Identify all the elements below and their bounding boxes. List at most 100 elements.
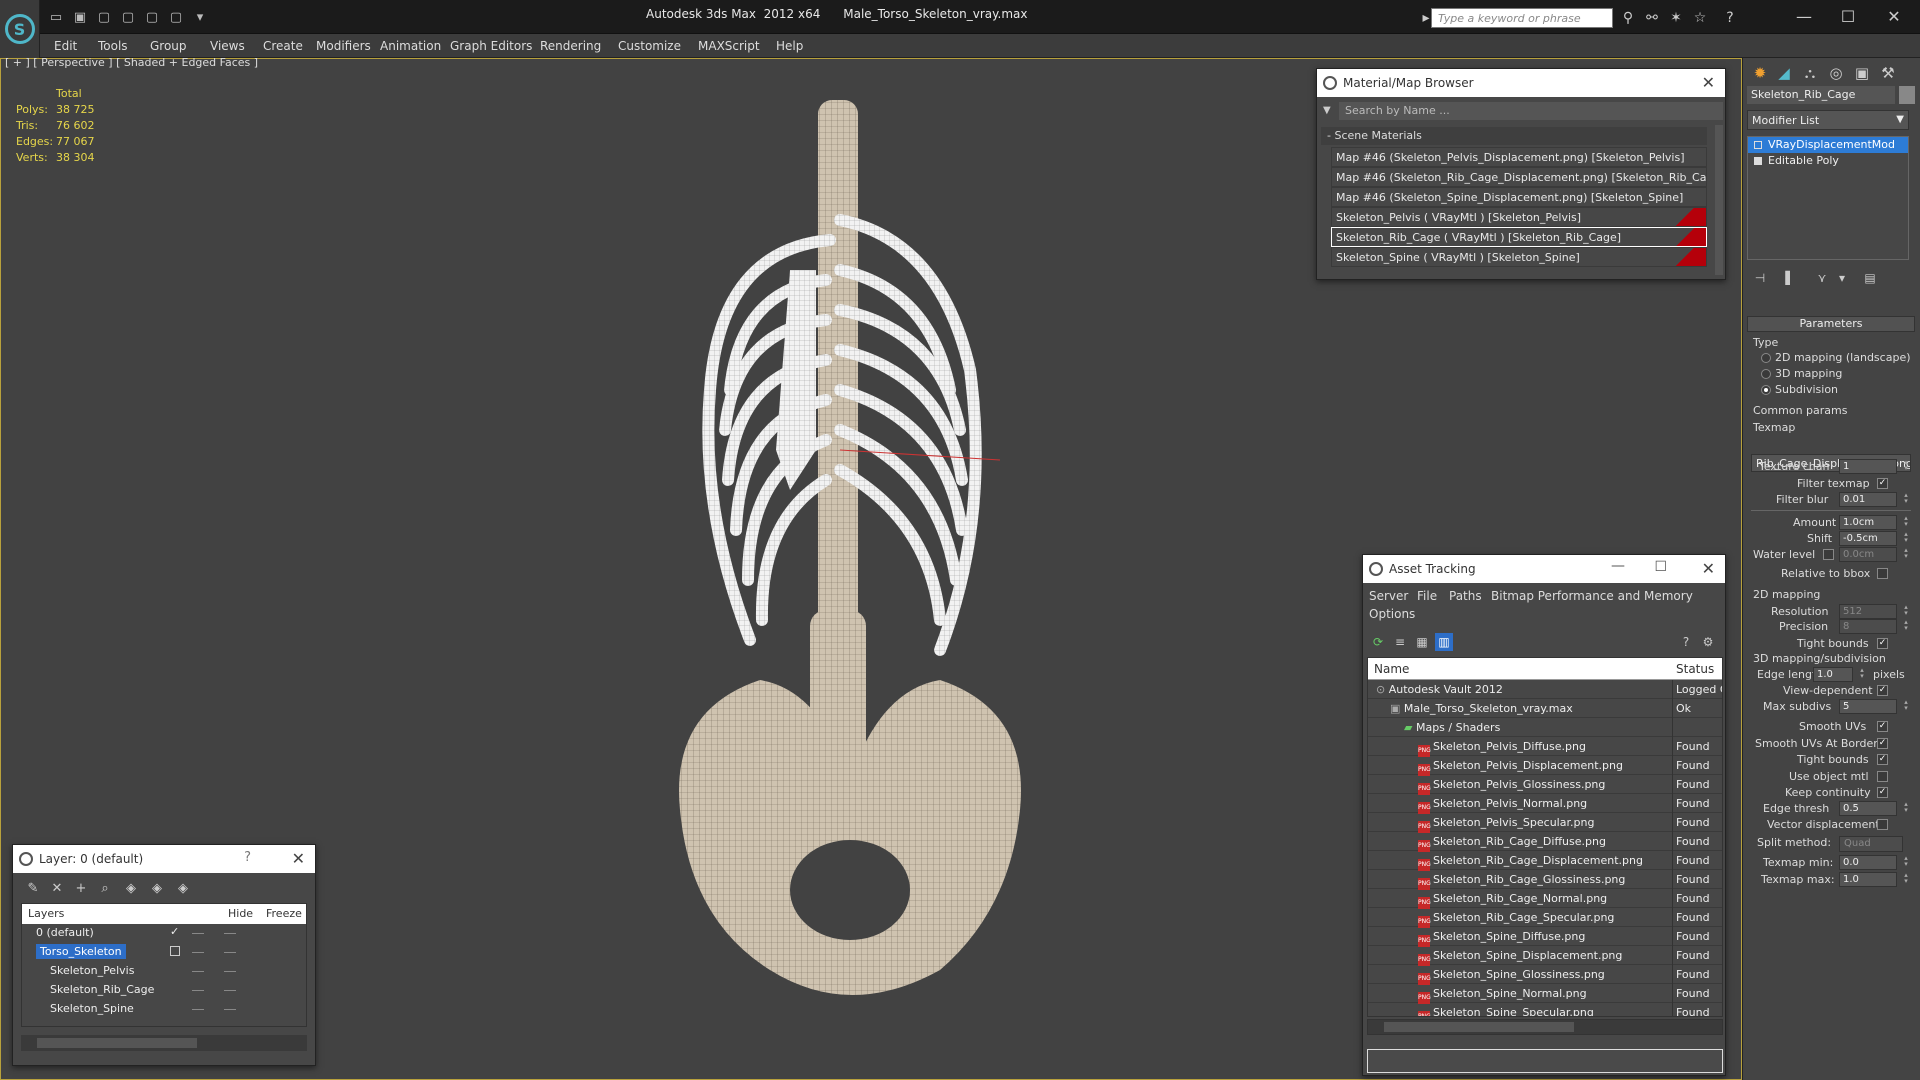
refresh-icon[interactable]: ⟳ <box>1369 633 1387 651</box>
table-view-icon[interactable]: ▥ <box>1435 633 1453 651</box>
asset-tracking-titlebar[interactable]: Asset Tracking — ☐ ✕ <box>1363 555 1725 583</box>
vector-displacement-checkbox[interactable] <box>1877 819 1888 830</box>
list-view-icon[interactable]: ≡ <box>1391 633 1409 651</box>
menu-create[interactable]: Create <box>263 39 303 53</box>
smooth-uvs-borders-checkbox[interactable]: ✓ <box>1877 738 1888 749</box>
add-to-layer-icon[interactable]: + <box>71 879 91 897</box>
asset-row[interactable]: PNG Skeleton_Pelvis_Displacement.png Found <box>1368 756 1722 776</box>
menu-group[interactable]: Group <box>150 39 187 53</box>
workspace-icon[interactable]: ▢ <box>166 8 186 26</box>
tight-bounds-3d-checkbox[interactable]: ✓ <box>1877 754 1888 765</box>
stack-item-editable-poly[interactable]: Editable Poly <box>1748 153 1908 169</box>
parameters-rollout-header[interactable]: Parameters <box>1747 316 1915 332</box>
thumbnail-view-icon[interactable]: ▦ <box>1413 633 1431 651</box>
pin-stack-icon[interactable]: ⊣ <box>1751 270 1769 286</box>
menu-rendering[interactable]: Rendering <box>540 39 601 53</box>
remove-modifier-icon[interactable]: ▾ <box>1833 270 1851 286</box>
radio-3d-mapping[interactable] <box>1761 369 1771 379</box>
keyword-search-input[interactable]: Type a keyword or phrase <box>1431 8 1613 28</box>
app-logo-button[interactable]: S <box>0 0 40 58</box>
freeze-toggle[interactable] <box>224 1009 236 1010</box>
radio-subdivision[interactable] <box>1761 385 1771 395</box>
filter-texmap-checkbox[interactable]: ✓ <box>1877 478 1888 489</box>
maximize-window-button[interactable]: ☐ <box>1830 4 1866 28</box>
material-item[interactable]: Map #46 (Skeleton_Pelvis_Displacement.pn… <box>1331 147 1707 167</box>
asset-horizontal-scrollbar[interactable] <box>1367 1019 1723 1035</box>
motion-tab-icon[interactable]: ◎ <box>1825 62 1847 84</box>
highlight-layer-icon[interactable]: ◈ <box>121 879 141 897</box>
column-name[interactable]: Name <box>1374 662 1409 676</box>
configure-sets-icon[interactable]: ▤ <box>1861 270 1879 286</box>
close-icon[interactable]: ✕ <box>1702 559 1715 578</box>
radio-2d-mapping[interactable] <box>1761 353 1771 363</box>
freeze-toggle[interactable] <box>224 971 236 972</box>
viewport-label[interactable]: [ + ] [ Perspective ] [ Shaded + Edged F… <box>5 56 258 69</box>
layer-row[interactable]: Skeleton_Rib_Cage <box>22 981 306 1000</box>
menu-modifiers[interactable]: Modifiers <box>316 39 371 53</box>
hide-toggle[interactable] <box>192 1009 204 1010</box>
menu-tools[interactable]: Tools <box>98 39 128 53</box>
asset-row[interactable]: PNG Skeleton_Spine_Specular.png Found <box>1368 1003 1722 1016</box>
menu-animation[interactable]: Animation <box>380 39 441 53</box>
keep-continuity-checkbox[interactable]: ✓ <box>1877 787 1888 798</box>
asset-row[interactable]: PNG Skeleton_Spine_Displacement.png Found <box>1368 946 1722 966</box>
column-freeze[interactable]: Freeze <box>266 907 302 920</box>
material-item[interactable]: Skeleton_Pelvis ( VRayMtl ) [Skeleton_Pe… <box>1331 207 1707 227</box>
menu-maxscript[interactable]: MAXScript <box>698 39 760 53</box>
maximize-icon[interactable]: ☐ <box>1654 559 1667 575</box>
project-folder-icon[interactable]: ▢ <box>142 8 162 26</box>
texture-chan-spinner[interactable]: 1 <box>1839 458 1910 474</box>
column-hide[interactable]: Hide <box>228 907 253 920</box>
hide-toggle[interactable] <box>192 933 204 934</box>
asset-menu-paths[interactable]: Paths <box>1449 589 1482 603</box>
material-browser-titlebar[interactable]: Material/Map Browser ✕ <box>1317 69 1725 97</box>
smooth-uvs-checkbox[interactable]: ✓ <box>1877 721 1888 732</box>
select-objects-icon[interactable]: ⌕ <box>95 879 115 897</box>
asset-row[interactable]: PNG Skeleton_Spine_Normal.png Found <box>1368 984 1722 1004</box>
minimize-icon[interactable]: — <box>1611 558 1625 574</box>
help-icon[interactable]: ? <box>1677 633 1695 651</box>
column-layers[interactable]: Layers <box>28 907 64 920</box>
hierarchy-tab-icon[interactable]: ⛬ <box>1799 62 1821 84</box>
asset-row[interactable]: PNG Skeleton_Spine_Glossiness.png Found <box>1368 965 1722 985</box>
filter-blur-spinner[interactable]: 0.01 <box>1839 491 1910 507</box>
water-level-spinner[interactable]: 0.0cm <box>1839 546 1910 562</box>
tight-bounds-2d-checkbox[interactable]: ✓ <box>1877 638 1888 649</box>
layer-manager-titlebar[interactable]: Layer: 0 (default) ? ✕ <box>13 845 315 873</box>
precision-spinner[interactable]: 8 <box>1839 618 1910 634</box>
save-file-icon[interactable]: ▣ <box>70 8 90 26</box>
object-color-swatch[interactable] <box>1899 86 1915 104</box>
help-button[interactable]: ? <box>244 850 251 865</box>
asset-row[interactable]: PNG Skeleton_Pelvis_Diffuse.png Found <box>1368 737 1722 757</box>
freeze-toggle[interactable] <box>224 990 236 991</box>
freeze-toggle[interactable] <box>224 933 236 934</box>
help-icon[interactable]: ? <box>1720 8 1740 28</box>
max-subdivs-spinner[interactable]: 5 <box>1839 698 1910 714</box>
modify-tab-icon[interactable]: ◢ <box>1773 62 1795 84</box>
minimize-window-button[interactable]: — <box>1786 4 1822 28</box>
redo-icon[interactable]: ▢ <box>118 8 138 26</box>
asset-row[interactable]: PNG Skeleton_Spine_Diffuse.png Found <box>1368 927 1722 947</box>
asset-row[interactable]: PNG Skeleton_Rib_Cage_Displacement.png Fou… <box>1368 851 1722 871</box>
communication-icon[interactable]: ✶ <box>1666 8 1686 28</box>
layer-horizontal-scrollbar[interactable] <box>21 1035 307 1051</box>
asset-row[interactable]: ▰ Maps / Shaders <box>1368 718 1722 737</box>
material-search-input[interactable]: Search by Name ... <box>1339 102 1723 120</box>
current-layer-check-icon[interactable]: ✓ <box>170 925 179 938</box>
asset-row[interactable]: PNG Skeleton_Rib_Cage_Normal.png Found <box>1368 889 1722 909</box>
skeleton-model[interactable] <box>640 90 1060 1020</box>
scroll-thumb[interactable] <box>37 1038 197 1048</box>
relative-to-bbox-checkbox[interactable] <box>1877 568 1888 579</box>
expand-icon[interactable] <box>1754 157 1762 165</box>
shift-spinner[interactable]: -0.5cm <box>1839 530 1910 546</box>
asset-row[interactable]: PNG Skeleton_Rib_Cage_Diffuse.png Found <box>1368 832 1722 852</box>
settings-icon[interactable]: ⚙ <box>1699 633 1717 651</box>
edge-length-spinner[interactable]: 1.0 <box>1813 666 1866 682</box>
quick-access-dropdown-icon[interactable]: ▾ <box>190 8 210 26</box>
delete-layer-icon[interactable]: ✕ <box>47 879 67 897</box>
menu-help[interactable]: Help <box>776 39 803 53</box>
material-browser-scrollbar[interactable] <box>1715 125 1723 275</box>
layer-row[interactable]: Skeleton_Spine <box>22 1000 306 1019</box>
lightbulb-icon[interactable] <box>1754 141 1762 149</box>
layer-row[interactable]: Skeleton_Pelvis <box>22 962 306 981</box>
